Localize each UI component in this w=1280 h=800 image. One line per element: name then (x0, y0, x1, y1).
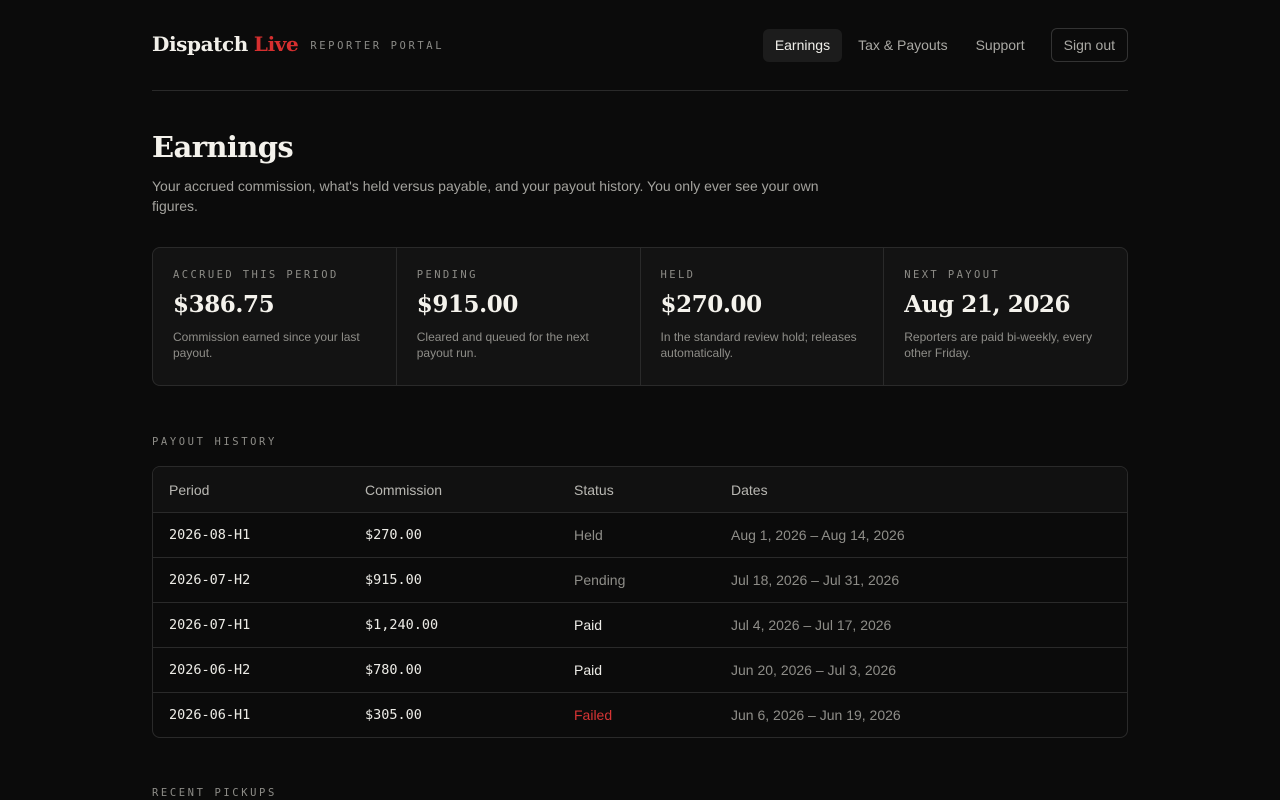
stat-note: Commission earned since your last payout… (173, 330, 360, 360)
period-cell: 2026-06-H1 (169, 707, 251, 723)
payout-history-table: Period Commission Status Dates 2026-08-H… (152, 466, 1128, 738)
brand-name: Dispatch (152, 32, 248, 56)
stat-value: $270.00 (660, 291, 763, 318)
stat-note: In the standard review hold; releases au… (660, 330, 857, 360)
main-nav: Earnings Tax & Payouts Support Sign out (759, 28, 1128, 62)
table-row[interactable]: 2026-07-H2 $915.00 Pending Jul 18, 2026 … (153, 557, 1127, 602)
stat-note: Cleared and queued for the next payout r… (416, 330, 589, 360)
page-title: Earnings (152, 130, 294, 164)
table-row[interactable]: 2026-07-H1 $1,240.00 Paid Jul 4, 2026 – … (153, 602, 1127, 647)
nav-earnings[interactable]: Earnings (762, 28, 843, 62)
status-cell: Paid (574, 617, 603, 633)
stat-next-payout: NEXT PAYOUT Aug 21, 2026 Reporters are p… (884, 248, 1127, 385)
stat-label: PENDING (416, 269, 478, 281)
stat-label: NEXT PAYOUT (904, 269, 1001, 281)
stat-note: Reporters are paid bi-weekly, every othe… (904, 330, 1093, 360)
dates-cell: Jul 4, 2026 – Jul 17, 2026 (731, 617, 892, 633)
commission-cell: $270.00 (365, 527, 422, 543)
column-header-commission: Commission (365, 481, 443, 498)
commission-cell: $780.00 (365, 662, 422, 678)
brand-subtitle: REPORTER PORTAL (310, 40, 445, 52)
commission-cell: $305.00 (365, 707, 422, 723)
status-cell: Failed (574, 707, 613, 723)
table-header-row: Period Commission Status Dates (153, 467, 1127, 512)
status-cell: Pending (574, 572, 626, 588)
nav-tax-payouts[interactable]: Tax & Payouts (846, 29, 960, 62)
column-header-period: Period (169, 481, 210, 498)
stat-value: $386.75 (173, 291, 275, 318)
stat-value: $915.00 (416, 291, 519, 318)
dates-cell: Jun 20, 2026 – Jul 3, 2026 (731, 662, 897, 678)
nav-support[interactable]: Support (964, 29, 1037, 62)
table-row[interactable]: 2026-06-H1 $305.00 Failed Jun 6, 2026 – … (153, 692, 1127, 737)
dates-cell: Jul 18, 2026 – Jul 31, 2026 (731, 572, 900, 588)
dates-cell: Aug 1, 2026 – Aug 14, 2026 (731, 527, 905, 543)
top-bar: Dispatch Live REPORTER PORTAL Earnings T… (152, 0, 1128, 91)
page-description: Your accrued commission, what's held ver… (152, 178, 819, 214)
status-cell: Held (574, 527, 603, 543)
stat-label: HELD (660, 269, 696, 281)
recent-pickups-heading: RECENT PICKUPS (152, 787, 277, 799)
stat-label: ACCRUED THIS PERIOD (173, 269, 339, 281)
table-row[interactable]: 2026-08-H1 $270.00 Held Aug 1, 2026 – Au… (153, 512, 1127, 557)
status-cell: Paid (574, 662, 603, 678)
commission-cell: $1,240.00 (365, 617, 439, 633)
stat-held: HELD $270.00 In the standard review hold… (641, 248, 885, 385)
dates-cell: Jun 6, 2026 – Jun 19, 2026 (731, 707, 901, 723)
period-cell: 2026-07-H1 (169, 617, 251, 633)
period-cell: 2026-08-H1 (169, 527, 251, 543)
table-row[interactable]: 2026-06-H2 $780.00 Paid Jun 20, 2026 – J… (153, 647, 1127, 692)
commission-cell: $915.00 (365, 572, 422, 588)
stats-panel: ACCRUED THIS PERIOD $386.75 Commission e… (152, 247, 1128, 386)
stat-pending: PENDING $915.00 Cleared and queued for t… (397, 248, 641, 385)
column-header-dates: Dates (731, 481, 768, 498)
page-container: Dispatch Live REPORTER PORTAL Earnings T… (152, 0, 1128, 799)
sign-out-button[interactable]: Sign out (1050, 28, 1128, 62)
brand-accent: Live (253, 32, 299, 56)
stat-accrued: ACCRUED THIS PERIOD $386.75 Commission e… (153, 248, 397, 385)
period-cell: 2026-06-H2 (169, 662, 251, 678)
column-header-status: Status (574, 481, 614, 498)
stat-value: Aug 21, 2026 (904, 291, 1071, 318)
payout-history-heading: PAYOUT HISTORY (152, 436, 277, 448)
brand-logo[interactable]: Dispatch Live REPORTER PORTAL (152, 32, 444, 56)
period-cell: 2026-07-H2 (169, 572, 251, 588)
